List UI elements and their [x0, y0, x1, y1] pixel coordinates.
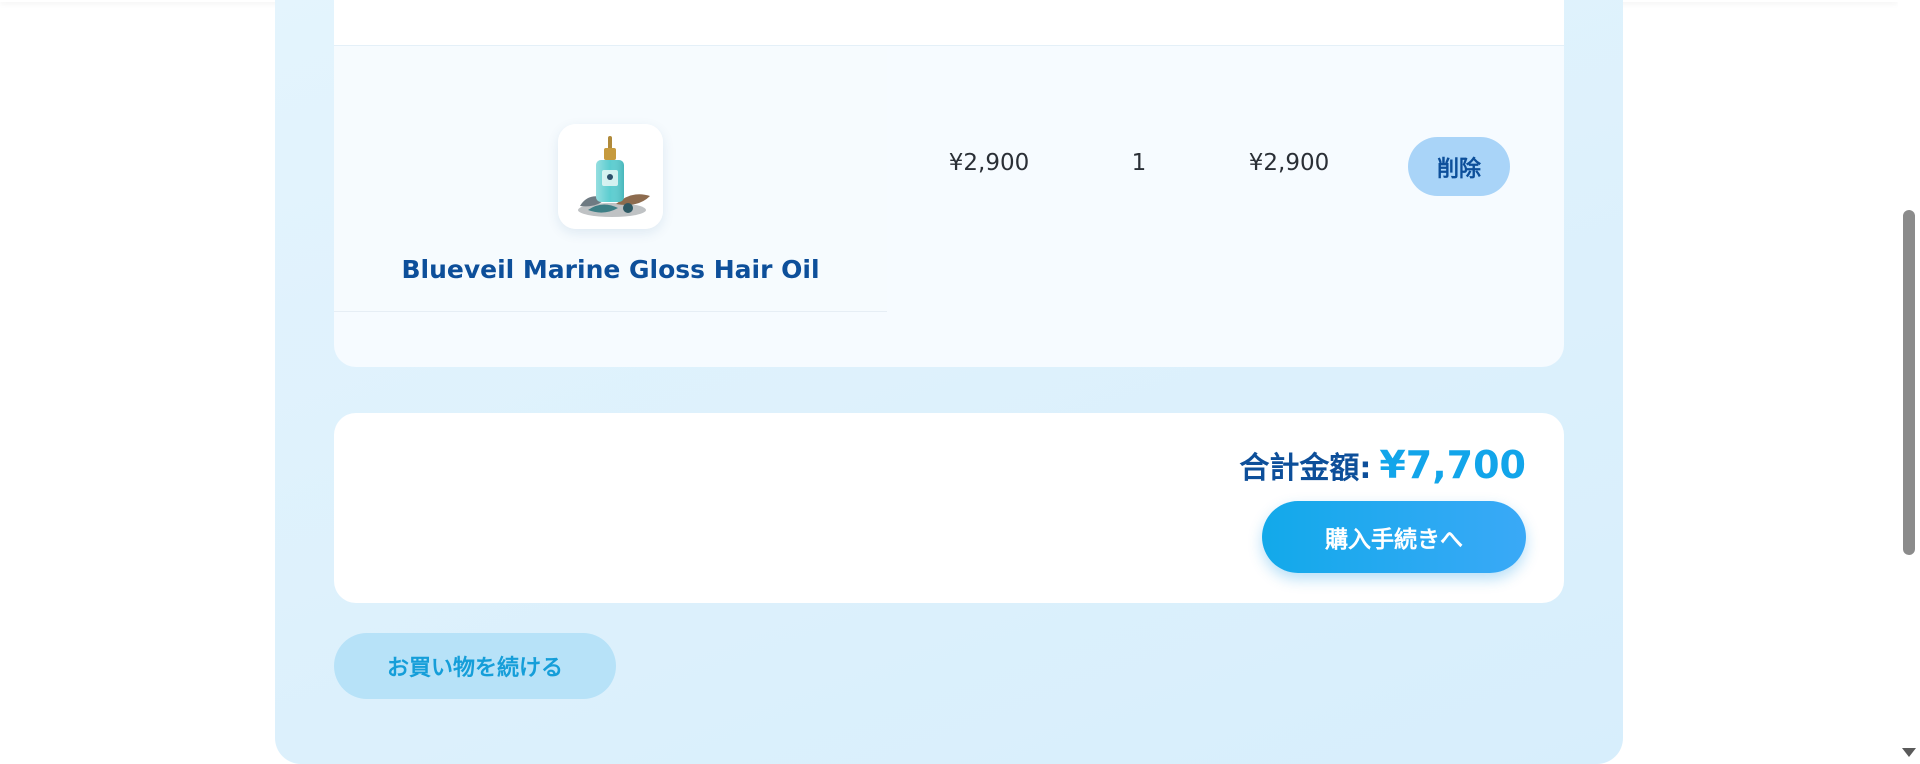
- item-subtotal: ¥2,900: [1248, 150, 1330, 176]
- cart-panel: Blueveil Marine Gloss Hair Oil ¥2,900 1 …: [275, 0, 1623, 764]
- total-value: ¥7,700: [1379, 443, 1526, 487]
- scroll-down-arrow-icon[interactable]: [1902, 748, 1916, 757]
- hair-oil-bottle-image: [558, 124, 663, 229]
- delete-item-button[interactable]: 削除: [1408, 137, 1510, 196]
- product-thumbnail[interactable]: [558, 124, 663, 229]
- product-cell: Blueveil Marine Gloss Hair Oil: [334, 47, 887, 312]
- cart-table: Blueveil Marine Gloss Hair Oil ¥2,900 1 …: [334, 0, 1564, 367]
- item-price: ¥2,900: [948, 150, 1030, 176]
- previous-row-bottom: [334, 0, 1564, 46]
- checkout-button[interactable]: 購入手続きへ: [1262, 501, 1526, 573]
- page-scrollbar[interactable]: [1898, 0, 1920, 764]
- item-quantity: 1: [1131, 150, 1147, 176]
- total-line: 合計金額: ¥7,700: [1239, 443, 1526, 487]
- continue-shopping-button[interactable]: お買い物を続ける: [334, 633, 616, 699]
- product-name-link[interactable]: Blueveil Marine Gloss Hair Oil: [334, 255, 887, 284]
- total-label: 合計金額:: [1239, 451, 1372, 486]
- scrollbar-thumb[interactable]: [1903, 210, 1915, 555]
- order-summary: 合計金額: ¥7,700 購入手続きへ: [334, 413, 1564, 603]
